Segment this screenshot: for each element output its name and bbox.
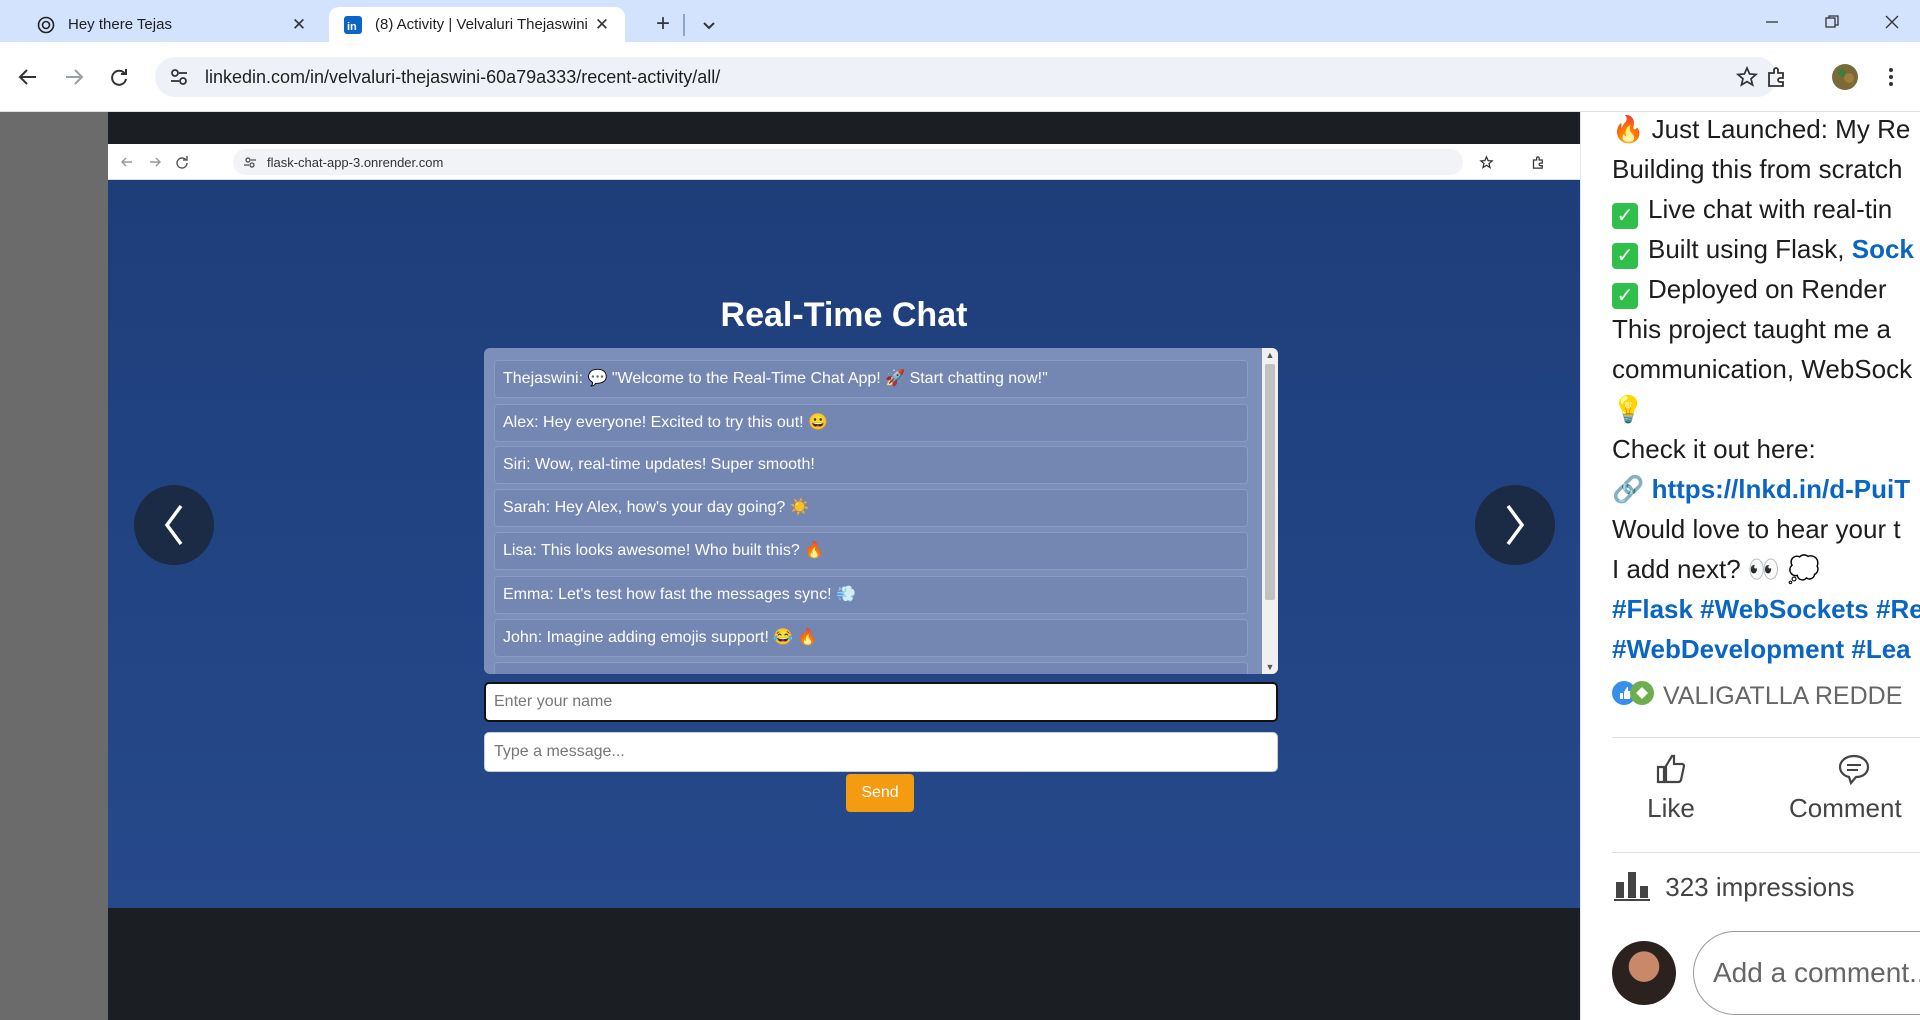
divider xyxy=(683,14,685,36)
close-icon[interactable]: ✕ xyxy=(286,15,312,35)
fire-icon: 🔥 xyxy=(1612,114,1645,144)
chat-message: Lisa: This looks awesome! Who built this… xyxy=(494,532,1248,570)
reaction-icons xyxy=(1612,679,1656,716)
post-line: I add next? 👀 💭 xyxy=(1612,554,1820,584)
tab-bar: Hey there Tejas ✕ in (8) Activity | Velv… xyxy=(0,0,1920,42)
address-bar[interactable]: linkedin.com/in/velvaluri-thejaswini-60a… xyxy=(155,57,1777,97)
reload-icon xyxy=(173,153,191,171)
post-line: 🔗 https://lnkd.in/d-PuiT xyxy=(1612,472,1910,506)
link-icon: 🔗 xyxy=(1612,474,1645,504)
extensions-puzzle-icon xyxy=(1529,153,1547,171)
chat-message: Alex: Hey everyone! Excited to try this … xyxy=(494,404,1248,442)
post-link[interactable]: Sock xyxy=(1852,234,1914,264)
check-icon: ✓ xyxy=(1612,203,1638,229)
lightbulb-icon: 💡 xyxy=(1612,394,1645,424)
site-settings-icon xyxy=(244,157,256,168)
restore-icon[interactable] xyxy=(1812,10,1852,34)
page-content: flask-chat-app-3.onrender.com Real-Time … xyxy=(0,112,1920,1020)
post-panel: 🔥 Just Launched: My Re Building this fro… xyxy=(1580,112,1920,1020)
forward-arrow-icon[interactable] xyxy=(59,62,89,92)
chat-message: Siri: Wow, real-time updates! Super smoo… xyxy=(494,446,1248,484)
comment-button[interactable]: Comment xyxy=(1789,752,1919,824)
comment-icon xyxy=(1838,754,1870,786)
tab-title: (8) Activity | Velvaluri Thejaswini xyxy=(375,16,588,33)
divider xyxy=(1612,737,1920,738)
check-icon: ✓ xyxy=(1612,283,1638,309)
divider xyxy=(1612,852,1920,853)
chat-app: Real-Time Chat Thejaswini: 💬 "Welcome to… xyxy=(108,180,1580,908)
extensions-puzzle-icon[interactable] xyxy=(1762,62,1792,92)
chat-message-partial xyxy=(494,662,1248,674)
post-line: ✓ Live chat with real-tin xyxy=(1612,192,1892,229)
tab-linkedin-activity[interactable]: in (8) Activity | Velvaluri Thejaswini ✕ xyxy=(329,7,625,42)
new-tab-icon[interactable]: + xyxy=(648,11,678,37)
scroll-up-icon: ▲ xyxy=(1265,350,1275,360)
check-icon: ✓ xyxy=(1612,243,1638,269)
post-line: Would love to hear your t xyxy=(1612,514,1901,544)
screenshot-url: flask-chat-app-3.onrender.com xyxy=(267,154,444,170)
close-icon[interactable]: ✕ xyxy=(589,15,615,35)
reactions-summary[interactable]: VALIGATLLA REDDE xyxy=(1612,679,1902,716)
chat-title: Real-Time Chat xyxy=(720,296,968,334)
bookmark-star-icon xyxy=(1477,153,1495,171)
post-link[interactable]: https://lnkd.in/d-PuiT xyxy=(1652,474,1911,504)
chevron-right-icon xyxy=(1506,504,1525,546)
chat-message: Thejaswini: 💬 "Welcome to the Real-Time … xyxy=(494,360,1248,398)
chat-messages: Thejaswini: 💬 "Welcome to the Real-Time … xyxy=(484,348,1278,674)
previous-image-button[interactable] xyxy=(134,485,214,565)
forward-arrow-icon xyxy=(146,153,164,171)
back-arrow-icon xyxy=(118,153,136,171)
screenshot-address-bar: flask-chat-app-3.onrender.com xyxy=(233,149,1463,175)
scroll-thumb xyxy=(1265,364,1275,600)
comment-label: Comment xyxy=(1789,793,1902,823)
tab-search-chevron-icon[interactable] xyxy=(697,13,721,37)
comment-input[interactable]: Add a comment... xyxy=(1693,931,1920,1015)
tab-title: Hey there Tejas xyxy=(68,16,172,33)
next-image-button[interactable] xyxy=(1475,485,1555,565)
post-line: communication, WebSock xyxy=(1612,354,1913,384)
user-avatar xyxy=(1612,941,1676,1005)
post-line: ✓ Built using Flask, Sock xyxy=(1612,232,1914,269)
impressions-text: 323 impressions xyxy=(1665,872,1855,902)
post-line: 🔥 Just Launched: My Re xyxy=(1612,114,1911,144)
post-line: This project taught me a xyxy=(1612,314,1891,344)
profile-avatar[interactable] xyxy=(1830,62,1860,92)
chevron-left-icon xyxy=(164,504,183,546)
linkedin-icon: in xyxy=(343,15,363,35)
backdrop xyxy=(0,112,108,1020)
site-settings-icon[interactable] xyxy=(167,65,191,89)
kebab-menu-icon[interactable] xyxy=(1876,62,1906,92)
minimize-icon[interactable] xyxy=(1752,10,1792,34)
screenshot-browser-bar: flask-chat-app-3.onrender.com xyxy=(108,144,1580,180)
svg-text:in: in xyxy=(347,21,357,33)
chat-message: Sarah: Hey Alex, how's your day going? ☀… xyxy=(494,489,1248,527)
post-line: Check it out here: xyxy=(1612,434,1816,464)
reload-icon[interactable] xyxy=(104,62,134,92)
post-image: flask-chat-app-3.onrender.com Real-Time … xyxy=(108,144,1580,908)
window-close-icon[interactable] xyxy=(1872,10,1912,34)
hashtags[interactable]: #Flask #WebSockets #Re xyxy=(1612,592,1920,626)
post-line: Building this from scratch xyxy=(1612,154,1903,184)
like-label: Like xyxy=(1647,793,1695,823)
name-field xyxy=(484,682,1278,722)
back-arrow-icon[interactable] xyxy=(13,62,43,92)
message-field xyxy=(484,732,1278,772)
scroll-down-icon: ▼ xyxy=(1265,662,1275,672)
bookmark-star-icon[interactable] xyxy=(1735,65,1759,89)
openai-icon xyxy=(36,15,56,35)
chat-message: Emma: Let's test how fast the messages s… xyxy=(494,576,1248,614)
like-button[interactable]: Like xyxy=(1631,752,1711,824)
hashtags[interactable]: #WebDevelopment #Lea xyxy=(1612,632,1911,666)
url-text: linkedin.com/in/velvaluri-thejaswini-60a… xyxy=(205,66,721,87)
like-thumb-icon xyxy=(1656,754,1686,784)
tab-hey-there-tejas[interactable]: Hey there Tejas ✕ xyxy=(22,7,322,42)
send-button: Send xyxy=(846,774,914,812)
chat-message: John: Imagine adding emojis support! 😂 🔥 xyxy=(494,619,1248,657)
impressions-row[interactable]: 323 impressions xyxy=(1612,868,1855,910)
chat-scrollbar: ▲ ▼ xyxy=(1262,348,1278,674)
post-line: ✓ Deployed on Render xyxy=(1612,272,1887,309)
browser-toolbar: linkedin.com/in/velvaluri-thejaswini-60a… xyxy=(0,42,1920,112)
analytics-bar-icon xyxy=(1612,868,1658,910)
